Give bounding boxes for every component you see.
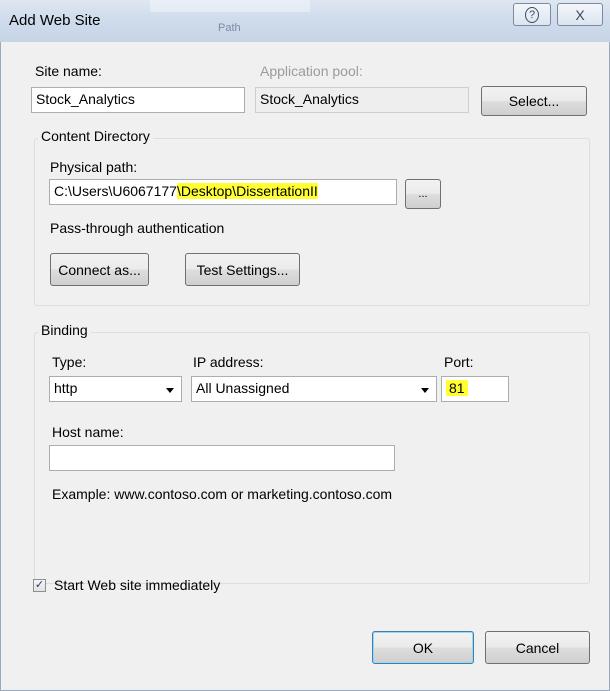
binding-title: Binding xyxy=(38,322,91,338)
connect-as-button[interactable]: Connect as... xyxy=(50,253,149,286)
chevron-down-icon xyxy=(421,388,429,393)
title-bar[interactable]: Path Add Web Site ? X xyxy=(0,0,610,42)
cancel-button[interactable]: Cancel xyxy=(485,631,590,664)
port-value: 81 xyxy=(446,380,468,396)
ok-button[interactable]: OK xyxy=(372,631,474,664)
host-name-label: Host name: xyxy=(52,424,124,440)
binding-type-select[interactable]: http xyxy=(49,376,182,402)
test-settings-button[interactable]: Test Settings... xyxy=(185,253,300,286)
background-window-ghost xyxy=(150,0,310,12)
physical-path-input[interactable]: C:\Users\U6067177\Desktop\DissertationII xyxy=(49,179,397,205)
binding-type-label: Type: xyxy=(52,354,87,370)
help-button[interactable]: ? xyxy=(513,3,551,26)
physical-path-prefix: C:\Users\U6067177 xyxy=(54,183,177,199)
port-label: Port: xyxy=(444,354,474,370)
physical-path-highlighted: \Desktop\DissertationII xyxy=(176,183,318,199)
passthrough-auth-label: Pass-through authentication xyxy=(50,220,225,236)
background-title-text: Path xyxy=(218,22,241,34)
application-pool-label: Application pool: xyxy=(260,63,363,79)
close-icon: X xyxy=(575,6,585,23)
browse-path-button[interactable]: ... xyxy=(405,179,441,209)
application-pool-field: Stock_Analytics xyxy=(255,87,469,113)
ip-address-select[interactable]: All Unassigned xyxy=(191,376,437,402)
ip-address-label: IP address: xyxy=(193,354,264,370)
dialog-title: Add Web Site xyxy=(9,12,101,29)
ip-address-value: All Unassigned xyxy=(196,380,290,396)
dialog-client-area: Site name: Stock_Analytics Application p… xyxy=(7,42,603,682)
content-directory-title: Content Directory xyxy=(38,128,153,144)
checkmark-icon: ✓ xyxy=(34,579,45,591)
host-name-example: Example: www.contoso.com or marketing.co… xyxy=(52,486,393,502)
chevron-down-icon xyxy=(166,388,174,393)
port-input[interactable]: 81 xyxy=(441,376,509,402)
binding-type-value: http xyxy=(54,380,78,396)
close-button[interactable]: X xyxy=(557,3,603,26)
site-name-label: Site name: xyxy=(35,63,102,79)
host-name-input[interactable] xyxy=(49,445,395,471)
help-icon: ? xyxy=(525,6,539,23)
start-immediately-label[interactable]: Start Web site immediately xyxy=(54,577,220,593)
site-name-input[interactable]: Stock_Analytics xyxy=(31,87,245,113)
start-immediately-checkbox[interactable]: ✓ xyxy=(33,579,46,592)
physical-path-label: Physical path: xyxy=(50,159,138,175)
select-pool-button[interactable]: Select... xyxy=(481,86,587,116)
